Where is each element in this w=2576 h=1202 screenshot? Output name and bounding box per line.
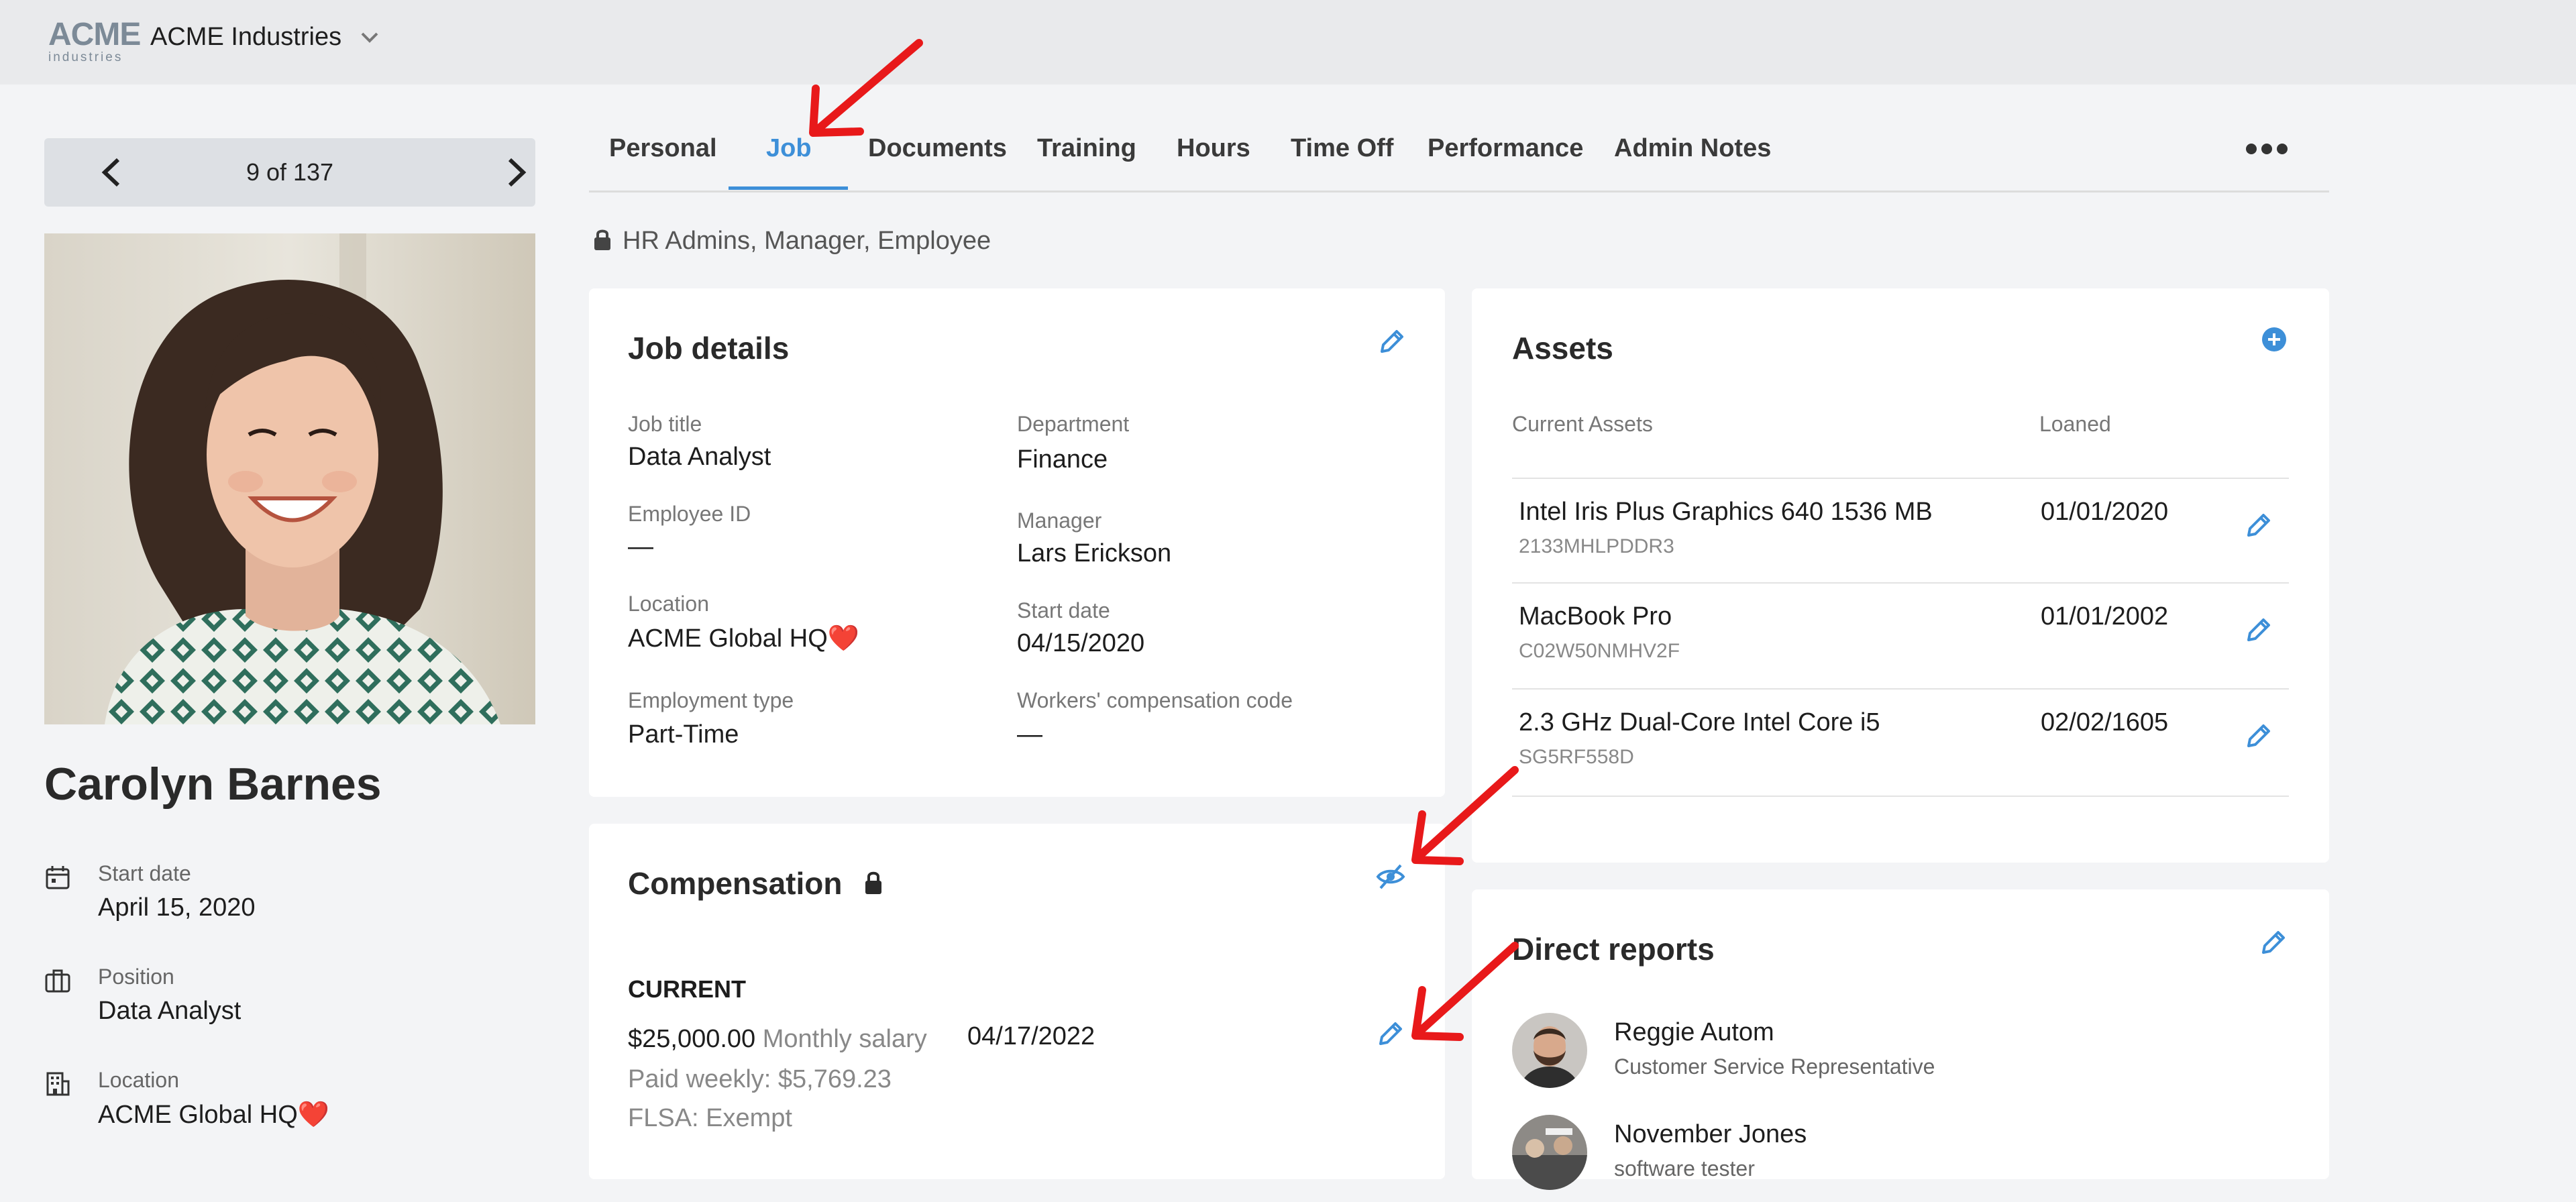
employee-photo bbox=[44, 233, 535, 724]
employee-id-label: Employee ID bbox=[628, 502, 751, 526]
pager-count: 9 of 137 bbox=[246, 158, 334, 186]
salary-amount: $25,000.00 bbox=[628, 1025, 756, 1053]
lock-icon bbox=[865, 871, 882, 894]
compensation-title-text: Compensation bbox=[628, 866, 843, 901]
paid-weekly: Paid weekly: $5,769.23 bbox=[628, 1065, 892, 1093]
annotation-arrow bbox=[1411, 766, 1519, 865]
job-title-label: Job title bbox=[628, 412, 702, 436]
sidebar-position: Position Data Analyst bbox=[44, 965, 514, 1032]
position-value: Data Analyst bbox=[98, 997, 241, 1025]
active-tab-indicator bbox=[729, 186, 848, 190]
edit-pencil-icon[interactable] bbox=[2258, 927, 2289, 958]
salary-line: $25,000.00 Monthly salary bbox=[628, 1025, 927, 1054]
table-row: 2.3 GHz Dual-Core Intel Core i5 SG5RF558… bbox=[1512, 688, 2289, 797]
job-start-date-label: Start date bbox=[1017, 598, 1110, 622]
list-item[interactable]: Reggie Autom Customer Service Representa… bbox=[1512, 1013, 2250, 1100]
edit-pencil-icon[interactable] bbox=[2243, 614, 2274, 645]
position-label: Position bbox=[98, 965, 174, 989]
start-date-value: April 15, 2020 bbox=[98, 893, 256, 922]
start-date-label: Start date bbox=[98, 861, 191, 885]
job-details-title: Job details bbox=[628, 331, 790, 366]
company-switcher-label[interactable]: ACME Industries bbox=[150, 23, 341, 52]
job-title-value: Data Analyst bbox=[628, 443, 771, 471]
asset-name: 2.3 GHz Dual-Core Intel Core i5 bbox=[1519, 708, 1880, 736]
tab-training[interactable]: Training bbox=[1037, 134, 1136, 163]
sidebar-location: Location ACME Global HQ❤️ bbox=[44, 1068, 514, 1135]
avatar bbox=[1512, 1115, 1587, 1190]
report-title: Customer Service Representative bbox=[1614, 1054, 1935, 1079]
tab-performance[interactable]: Performance bbox=[1428, 134, 1583, 163]
employment-type-value: Part-Time bbox=[628, 720, 739, 749]
company-logo[interactable]: ACME industries bbox=[48, 17, 141, 64]
salary-period: Monthly salary bbox=[762, 1025, 927, 1053]
employment-type-label: Employment type bbox=[628, 688, 794, 712]
logo-text: ACME bbox=[48, 17, 141, 52]
logo-subtext: industries bbox=[48, 50, 123, 64]
sidebar-start-date: Start date April 15, 2020 bbox=[44, 861, 514, 928]
add-circle-icon[interactable] bbox=[2261, 326, 2288, 353]
compensation-card: Compensation CURRENT $25,000.00 Monthly … bbox=[589, 824, 1445, 1179]
job-start-date-value: 04/15/2020 bbox=[1017, 629, 1145, 657]
employee-pager: 9 of 137 bbox=[44, 138, 535, 207]
current-label: CURRENT bbox=[628, 975, 746, 1003]
job-details-card: Job details Job title Data Analyst Depar… bbox=[589, 288, 1445, 797]
department-label: Department bbox=[1017, 412, 1130, 436]
lock-icon bbox=[594, 229, 610, 250]
annotation-arrow bbox=[809, 39, 923, 137]
permission-note: HR Admins, Manager, Employee bbox=[593, 227, 991, 256]
manager-label: Manager bbox=[1017, 508, 1102, 533]
asset-serial: C02W50NMHV2F bbox=[1519, 640, 1680, 662]
employee-name: Carolyn Barnes bbox=[44, 759, 382, 810]
asset-loaned-date: 02/02/1605 bbox=[2041, 708, 2169, 736]
asset-loaned-date: 01/01/2020 bbox=[2041, 498, 2169, 526]
job-location-label: Location bbox=[628, 592, 709, 616]
chevron-right-icon[interactable] bbox=[503, 157, 530, 188]
building-icon bbox=[46, 1072, 70, 1096]
more-options-icon[interactable] bbox=[2245, 142, 2289, 156]
asset-serial: 2133MHLPDDR3 bbox=[1519, 535, 1674, 557]
assets-col-current: Current Assets bbox=[1512, 412, 1653, 436]
assets-col-loaned: Loaned bbox=[2039, 412, 2111, 436]
asset-name: MacBook Pro bbox=[1519, 602, 1672, 631]
report-name: Reggie Autom bbox=[1614, 1018, 1774, 1046]
edit-pencil-icon[interactable] bbox=[2243, 510, 2274, 541]
manager-value: Lars Erickson bbox=[1017, 539, 1172, 567]
tab-admin-notes[interactable]: Admin Notes bbox=[1614, 134, 1771, 163]
direct-reports-title: Direct reports bbox=[1512, 932, 1715, 967]
salary-date: 04/17/2022 bbox=[967, 1022, 1095, 1050]
report-title: software tester bbox=[1614, 1156, 1755, 1181]
annotation-arrow bbox=[1411, 942, 1519, 1041]
tab-time-off[interactable]: Time Off bbox=[1291, 134, 1393, 163]
asset-loaned-date: 01/01/2002 bbox=[2041, 602, 2169, 631]
compensation-title: Compensation bbox=[628, 865, 883, 902]
chevron-down-icon[interactable] bbox=[360, 31, 380, 44]
calendar-icon bbox=[46, 866, 70, 889]
department-value: Finance bbox=[1017, 445, 1108, 474]
tab-personal[interactable]: Personal bbox=[609, 134, 717, 163]
job-location-value: ACME Global HQ❤️ bbox=[628, 624, 860, 653]
top-bar: ACME industries ACME Industries bbox=[0, 0, 2576, 85]
table-row: MacBook Pro C02W50NMHV2F 01/01/2002 bbox=[1512, 582, 2289, 690]
permission-text: HR Admins, Manager, Employee bbox=[623, 227, 991, 255]
tabs-divider bbox=[589, 190, 2329, 193]
list-item[interactable]: November Jones software tester bbox=[1512, 1115, 2250, 1202]
edit-pencil-icon[interactable] bbox=[2243, 720, 2274, 751]
asset-name: Intel Iris Plus Graphics 640 1536 MB bbox=[1519, 498, 1933, 526]
edit-pencil-icon[interactable] bbox=[1377, 326, 1407, 357]
location-value: ACME Global HQ❤️ bbox=[98, 1101, 330, 1129]
asset-serial: SG5RF558D bbox=[1519, 746, 1634, 768]
workers-comp-label: Workers' compensation code bbox=[1017, 688, 1293, 712]
report-name: November Jones bbox=[1614, 1120, 1807, 1148]
employee-id-value: — bbox=[628, 533, 653, 561]
briefcase-icon bbox=[45, 969, 70, 993]
avatar bbox=[1512, 1013, 1587, 1088]
assets-title: Assets bbox=[1512, 331, 1613, 366]
tab-hours[interactable]: Hours bbox=[1177, 134, 1250, 163]
workers-comp-value: — bbox=[1017, 720, 1042, 749]
table-row: Intel Iris Plus Graphics 640 1536 MB 213… bbox=[1512, 478, 2289, 585]
location-label: Location bbox=[98, 1068, 179, 1092]
flsa-status: FLSA: Exempt bbox=[628, 1104, 792, 1132]
